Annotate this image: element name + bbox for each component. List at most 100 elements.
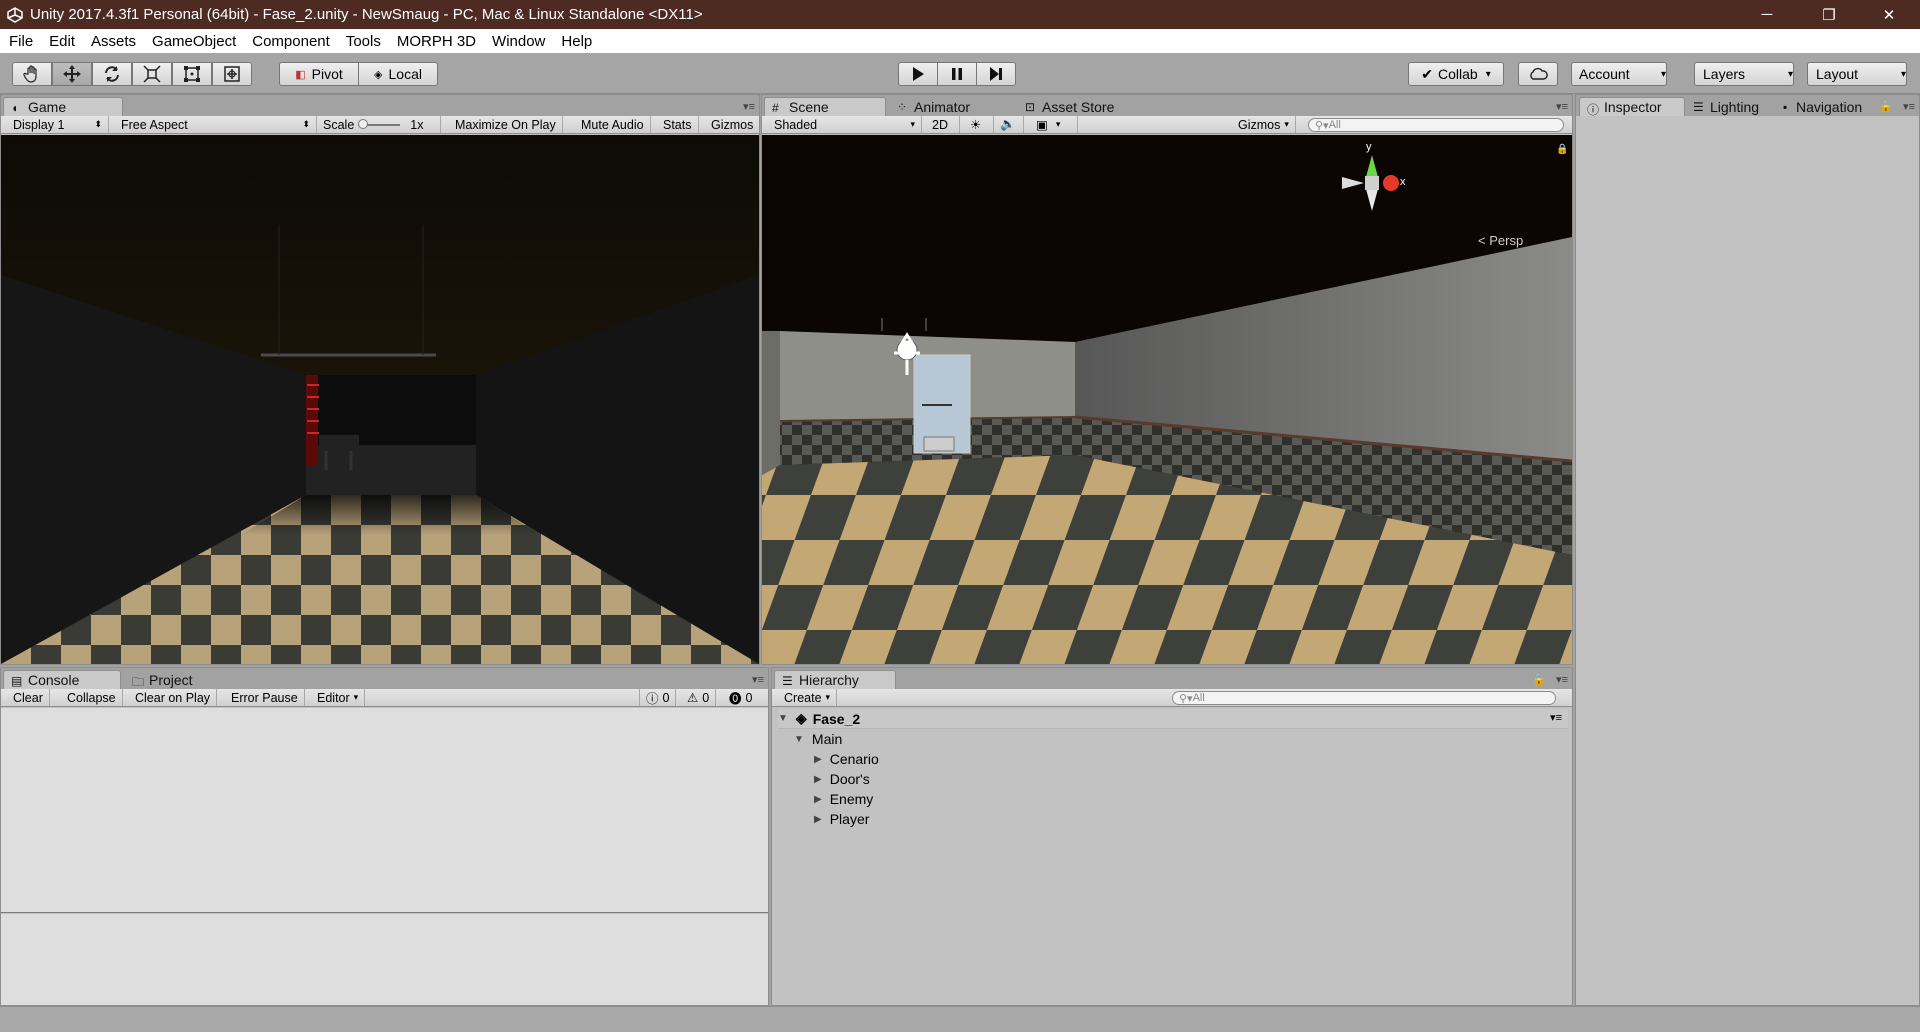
scale-tool-button[interactable] — [132, 62, 172, 86]
game-viewport[interactable] — [1, 135, 759, 664]
stats-toggle[interactable]: Stats — [657, 116, 699, 133]
clear-on-play-toggle[interactable]: Clear on Play — [129, 689, 218, 706]
panel-menu-icon[interactable]: ▾≡ — [1556, 673, 1568, 686]
game-render — [1, 135, 759, 664]
step-button[interactable] — [976, 62, 1016, 86]
tab-navigation[interactable]: ▪ Navigation — [1778, 97, 1872, 116]
tab-animator[interactable]: ⁘ Animator — [890, 97, 980, 116]
local-toggle[interactable]: ◈ Local — [358, 62, 438, 86]
cloud-button[interactable] — [1518, 62, 1558, 86]
audio-toggle[interactable]: 🔈 — [994, 116, 1024, 133]
info-count-toggle[interactable]: ⓘ 0 — [639, 689, 677, 706]
tab-game[interactable]: ◖ Game — [3, 97, 123, 116]
panel-menu-icon[interactable]: ▾≡ — [752, 673, 764, 686]
tab-hierarchy[interactable]: ☰ Hierarchy — [774, 670, 896, 689]
aspect-dropdown[interactable]: Free Aspect ⬍ — [115, 116, 317, 133]
shading-dropdown[interactable]: Shaded ▾ — [768, 116, 922, 133]
persp-label-group[interactable]: < Persp — [1478, 233, 1523, 248]
inspector-panel: ⓘ Inspector ☰ Lighting ▪ Navigation 🔒 ▾≡ — [1575, 94, 1920, 1006]
display-dropdown[interactable]: Display 1 ⬍ — [7, 116, 109, 133]
inspector-lock-icon[interactable]: 🔒 — [1879, 100, 1893, 113]
scale-slider-group[interactable]: Scale 1x — [317, 116, 441, 133]
hierarchy-item-player[interactable]: ▶ Player — [814, 809, 869, 829]
panel-menu-icon[interactable]: ▾≡ — [1903, 100, 1915, 113]
lighting-toggle[interactable]: ☀ — [964, 116, 994, 133]
collab-dropdown[interactable]: ✔ Collab — [1408, 62, 1504, 86]
pivot-toggle[interactable]: ◧ Pivot — [279, 62, 359, 86]
menu-tools[interactable]: Tools — [338, 33, 389, 50]
collapse-arrow-icon[interactable]: ▶ — [814, 814, 822, 825]
collapse-arrow-icon[interactable]: ▶ — [814, 754, 822, 765]
game-gizmos-toggle[interactable]: Gizmos — [705, 116, 759, 133]
scene-menu-icon[interactable]: ▾≡ — [1550, 711, 1562, 724]
menu-file[interactable]: File — [0, 33, 41, 50]
mute-label: Mute Audio — [581, 117, 644, 132]
layout-dropdown[interactable]: Layout — [1807, 62, 1907, 86]
unity-scene-icon: ◈ — [795, 710, 807, 726]
panel-menu-icon[interactable]: ▾≡ — [743, 100, 755, 113]
create-dropdown[interactable]: Create ▾ — [778, 689, 838, 706]
play-button[interactable] — [898, 62, 938, 86]
clear-on-play-label: Clear on Play — [135, 690, 211, 705]
scene-search-input[interactable]: ⚲▾ All — [1308, 118, 1564, 132]
scene-root-row[interactable]: ▼ ◈ Fase_2 ▾≡ — [778, 709, 1568, 729]
scene-orientation-gizmo[interactable]: y x — [1338, 141, 1428, 221]
minimize-button[interactable]: ─ — [1744, 0, 1790, 29]
menu-assets[interactable]: Assets — [83, 33, 144, 50]
warning-count-toggle[interactable]: ⚠ 0 — [681, 689, 717, 706]
pause-button[interactable] — [937, 62, 977, 86]
scale-slider[interactable] — [358, 118, 401, 129]
console-clear-button[interactable]: Clear — [7, 689, 50, 706]
error-pause-toggle[interactable]: Error Pause — [225, 689, 305, 706]
menu-window[interactable]: Window — [484, 33, 553, 50]
expand-arrow-icon[interactable]: ▼ — [778, 713, 788, 724]
panel-menu-icon[interactable]: ▾≡ — [1556, 100, 1568, 113]
tab-scene[interactable]: # Scene — [764, 97, 886, 116]
tab-inspector[interactable]: ⓘ Inspector — [1579, 97, 1685, 117]
hierarchy-item-cenario[interactable]: ▶ Cenario — [814, 749, 879, 769]
create-label: Create — [784, 690, 822, 705]
account-dropdown[interactable]: Account — [1571, 62, 1667, 86]
rotate-tool-button[interactable] — [92, 62, 132, 86]
store-bag-icon: ⊡ — [1025, 100, 1036, 114]
transform-tool-button[interactable] — [212, 62, 252, 86]
menu-morph3d[interactable]: MORPH 3D — [389, 33, 484, 50]
maximize-on-play-toggle[interactable]: Maximize On Play — [449, 116, 563, 133]
hierarchy-panel: ☰ Hierarchy 🔒 ▾≡ Create ▾ ⚲▾ All ▼ ◈ Fase_… — [771, 667, 1573, 1006]
hierarchy-search-input[interactable]: ⚲▾ All — [1172, 691, 1556, 705]
hierarchy-item-enemy[interactable]: ▶ Enemy — [814, 789, 873, 809]
collapse-arrow-icon[interactable]: ▶ — [814, 774, 822, 785]
maximize-button[interactable]: ❐ — [1806, 0, 1852, 29]
expand-arrow-icon[interactable]: ▼ — [794, 734, 804, 745]
hand-tool-button[interactable] — [12, 62, 52, 86]
menu-component[interactable]: Component — [244, 33, 338, 50]
tab-lighting[interactable]: ☰ Lighting — [1686, 97, 1769, 116]
console-collapse-toggle[interactable]: Collapse — [61, 689, 123, 706]
tab-console[interactable]: ▤ Console — [3, 670, 121, 689]
scene-render — [762, 135, 1572, 664]
hierarchy-item-doors[interactable]: ▶ Door's — [814, 769, 870, 789]
error-count-toggle[interactable]: ⓿0 — [723, 689, 758, 707]
menu-help[interactable]: Help — [553, 33, 600, 50]
hierarchy-lock-icon[interactable]: 🔒 — [1532, 673, 1546, 686]
menu-gameobject[interactable]: GameObject — [144, 33, 244, 50]
editor-dropdown[interactable]: Editor ▾ — [311, 689, 366, 706]
close-button[interactable]: ✕ — [1866, 0, 1912, 29]
gizmo-lock-icon[interactable]: 🔒 — [1556, 144, 1568, 155]
hand-icon — [23, 65, 37, 83]
console-detail-area[interactable] — [1, 914, 768, 1005]
scene-gizmos-dropdown[interactable]: Gizmos ▾ — [1232, 116, 1296, 133]
menu-edit[interactable]: Edit — [41, 33, 83, 50]
effects-dropdown[interactable]: ▣ ▾ — [1030, 116, 1078, 133]
layers-dropdown[interactable]: Layers — [1694, 62, 1794, 86]
rect-tool-button[interactable] — [172, 62, 212, 86]
2d-toggle[interactable]: 2D — [926, 116, 960, 133]
hierarchy-item-main[interactable]: ▼ Main — [794, 729, 842, 749]
collapse-arrow-icon[interactable]: ▶ — [814, 794, 822, 805]
tab-project[interactable]: 🗀 Project — [125, 670, 203, 690]
mute-audio-toggle[interactable]: Mute Audio — [575, 116, 651, 133]
console-log-list[interactable] — [1, 708, 768, 913]
tab-asset-store[interactable]: ⊡ Asset Store — [1018, 97, 1124, 116]
scene-viewport[interactable]: y x 🔒 < Persp — [762, 135, 1572, 664]
move-tool-button[interactable] — [52, 62, 92, 86]
